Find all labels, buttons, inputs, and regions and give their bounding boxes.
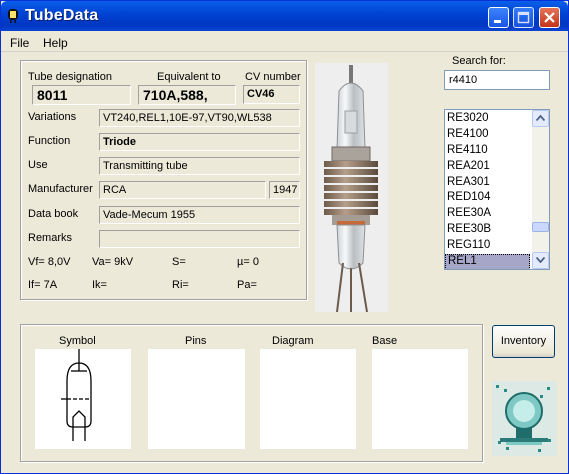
param-pa: Pa= xyxy=(237,279,257,291)
tube-listbox[interactable]: RE3020 RE4100 RE4110 REA201 REA301 RED104 REE3… xyxy=(444,109,550,270)
inventory-button[interactable]: Inventory xyxy=(492,325,555,358)
tube-list: RE3020 RE4100 RE4110 REA201 REA301 RED104 REE3… xyxy=(445,111,530,269)
cv-number-label: CV number xyxy=(245,71,301,83)
scroll-up-arrow-icon xyxy=(536,115,545,121)
scroll-down-button[interactable] xyxy=(532,252,549,269)
use-field[interactable]: Transmitting tube xyxy=(99,157,300,175)
diagram-panel xyxy=(260,349,356,449)
close-icon xyxy=(544,12,555,23)
databook-label: Data book xyxy=(28,208,79,220)
app-logo xyxy=(492,381,557,456)
variations-label: Variations xyxy=(28,111,77,123)
designation-label: Tube designation xyxy=(28,71,112,83)
maximize-button[interactable] xyxy=(513,7,534,28)
equivalent-field[interactable]: 710A,588, xyxy=(138,85,236,105)
close-button[interactable] xyxy=(539,7,560,28)
pins-title: Pins xyxy=(185,335,207,347)
pins-panel xyxy=(148,349,245,449)
window-title: TubeData xyxy=(25,7,99,24)
manufacturer-label: Manufacturer xyxy=(28,183,93,195)
param-if: If= 7A xyxy=(28,279,58,291)
tube-list-item[interactable]: REG110 xyxy=(445,238,530,254)
search-input[interactable] xyxy=(444,70,550,90)
tube-list-item[interactable]: REE30A xyxy=(445,206,530,222)
triode-symbol xyxy=(61,349,92,441)
tube-list-item[interactable]: REA301 xyxy=(445,175,530,191)
tube-list-item[interactable]: RE3020 xyxy=(445,111,530,127)
param-mu: µ= 0 xyxy=(237,256,259,268)
base-title: Base xyxy=(372,335,398,347)
param-ik: Ik= xyxy=(92,279,107,291)
databook-field[interactable]: Vade-Mecum 1955 xyxy=(99,206,300,224)
param-va: Va= 9kV xyxy=(92,256,134,268)
title-bar[interactable]: TubeData xyxy=(1,1,568,31)
tube-photo xyxy=(315,63,388,313)
equivalent-label: Equivalent to xyxy=(157,71,221,83)
cv-number-field[interactable]: CV46 xyxy=(243,85,300,104)
remarks-label: Remarks xyxy=(28,232,73,244)
param-ri: Ri= xyxy=(172,279,189,291)
year-field[interactable]: 1947 xyxy=(269,181,300,199)
maximize-icon xyxy=(517,11,530,24)
param-vf: Vf= 8,0V xyxy=(28,256,71,268)
tube-list-item[interactable]: RE4110 xyxy=(445,143,530,159)
param-s: S= xyxy=(172,256,186,268)
menu-bar: File Help xyxy=(1,32,568,52)
minimize-button[interactable] xyxy=(488,7,509,28)
scroll-thumb[interactable] xyxy=(532,222,549,232)
symbol-panel xyxy=(35,349,131,449)
list-scrollbar[interactable] xyxy=(532,110,549,269)
scroll-down-arrow-icon xyxy=(536,257,545,263)
diagram-title: Diagram xyxy=(272,335,314,347)
menu-file[interactable]: File xyxy=(10,36,29,50)
tube-list-item[interactable]: RED104 xyxy=(445,190,530,206)
tube-icon xyxy=(8,9,18,23)
base-panel xyxy=(372,349,468,449)
symbol-title: Symbol xyxy=(59,335,96,347)
variations-field[interactable]: VT240,REL1,10E-97,VT90,WL538 xyxy=(99,109,300,127)
remarks-field[interactable] xyxy=(99,230,300,248)
menu-help[interactable]: Help xyxy=(43,36,68,50)
manufacturer-field[interactable]: RCA xyxy=(99,181,266,199)
tube-list-item[interactable]: RE4100 xyxy=(445,127,530,143)
search-label: Search for: xyxy=(452,55,506,67)
function-field[interactable]: Triode xyxy=(99,133,300,151)
tubedata-window: TubeData File Help Tube designation Equi… xyxy=(0,0,569,474)
scroll-up-button[interactable] xyxy=(532,110,549,127)
tube-list-item[interactable]: REA201 xyxy=(445,159,530,175)
tube-list-item[interactable]: REE30B xyxy=(445,222,530,238)
designation-field[interactable]: 8011 xyxy=(32,85,131,105)
minimize-icon xyxy=(494,20,501,23)
tube-list-item[interactable]: REL1 xyxy=(445,254,530,269)
use-label: Use xyxy=(28,159,48,171)
function-label: Function xyxy=(28,135,71,147)
logo-tube-icon xyxy=(492,381,557,456)
